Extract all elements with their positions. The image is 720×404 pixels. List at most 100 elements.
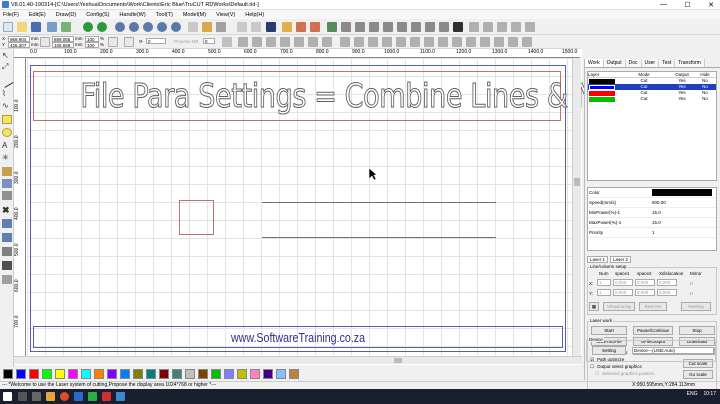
- stack-icon[interactable]: [438, 37, 448, 47]
- align-left-icon[interactable]: [469, 22, 479, 32]
- menu-tool[interactable]: Tool(T): [156, 12, 173, 18]
- palette-swatch[interactable]: [42, 369, 52, 379]
- preview-icon[interactable]: [453, 22, 463, 32]
- lock-ratio-icon[interactable]: [40, 37, 50, 47]
- prop-speed[interactable]: Speed(mm/s) 600.00: [588, 198, 716, 208]
- array-y-space2[interactable]: 0.000: [635, 289, 655, 296]
- right-edge-icon[interactable]: [382, 37, 392, 47]
- laser-icon[interactable]: [282, 22, 292, 32]
- trim-icon[interactable]: [369, 22, 379, 32]
- handle-icon[interactable]: [202, 22, 212, 32]
- mirror-h-y[interactable]: H: [690, 291, 693, 296]
- array-x-num[interactable]: 1: [597, 279, 611, 286]
- palette-swatch[interactable]: [263, 369, 273, 379]
- menu-file[interactable]: File(F): [3, 12, 19, 18]
- copy-icon[interactable]: [251, 22, 261, 32]
- rdworks-icon[interactable]: [116, 392, 125, 401]
- zoom-fit-icon[interactable]: [143, 22, 153, 32]
- same-width-icon[interactable]: [294, 37, 304, 47]
- text-icon[interactable]: A: [2, 141, 12, 150]
- go-scale-button[interactable]: Go scale: [683, 370, 713, 379]
- best-res-button[interactable]: Best res: [639, 302, 667, 311]
- menu-view[interactable]: View(V): [216, 12, 235, 18]
- join-icon[interactable]: [383, 22, 393, 32]
- sort-icon[interactable]: [425, 22, 435, 32]
- palette-swatch[interactable]: [276, 369, 286, 379]
- ellipse-icon[interactable]: [2, 128, 12, 137]
- palette-swatch[interactable]: [198, 369, 208, 379]
- tab-doc[interactable]: Doc: [625, 59, 642, 67]
- rotate-icon[interactable]: ⟳: [139, 39, 143, 45]
- palette-swatch[interactable]: [81, 369, 91, 379]
- align-v-icon[interactable]: [252, 37, 262, 47]
- top-edge-icon[interactable]: [396, 37, 406, 47]
- vertical-scrollbar[interactable]: [572, 58, 581, 356]
- tab-transform[interactable]: Transform: [675, 59, 705, 67]
- undo-icon[interactable]: [83, 22, 93, 32]
- rectangle-icon[interactable]: [2, 115, 12, 124]
- weld-icon[interactable]: [355, 22, 365, 32]
- tab-output[interactable]: Output: [603, 59, 626, 67]
- barcode-icon[interactable]: [2, 219, 12, 228]
- point-icon[interactable]: ✳: [2, 153, 12, 162]
- grid-tool-icon[interactable]: [2, 191, 12, 200]
- palette-swatch[interactable]: [172, 369, 182, 379]
- minimize-button[interactable]: —: [660, 1, 667, 9]
- canvas-title-text[interactable]: File Para Settings = Combine Lines & Nod…: [80, 73, 659, 119]
- palette-swatch[interactable]: [289, 369, 299, 379]
- close-button[interactable]: ✕: [708, 1, 714, 9]
- zoom-out-icon[interactable]: [129, 22, 139, 32]
- palette-swatch[interactable]: [250, 369, 260, 379]
- line-shape-top[interactable]: [262, 202, 496, 203]
- line-shape-bottom[interactable]: [262, 237, 496, 238]
- curve-tool-icon[interactable]: ∿: [2, 101, 12, 110]
- palette-swatch[interactable]: [68, 369, 78, 379]
- info-icon[interactable]: [2, 275, 12, 284]
- same-height-icon[interactable]: [308, 37, 318, 47]
- lock-icon[interactable]: [222, 37, 232, 47]
- grid-icon[interactable]: [310, 22, 320, 32]
- lang-indicator[interactable]: ENG: [687, 391, 698, 397]
- cut-icon[interactable]: [237, 22, 247, 32]
- array-x-dislocation[interactable]: 0.000: [657, 279, 677, 286]
- array-grid-icon[interactable]: ▦: [589, 302, 599, 311]
- group-icon[interactable]: [452, 37, 462, 47]
- y-position-field[interactable]: 426.307: [8, 42, 30, 48]
- menu-edit[interactable]: Edit(E): [29, 12, 46, 18]
- menu-handle[interactable]: Handle(W): [119, 12, 145, 18]
- frame-icon[interactable]: [2, 233, 12, 242]
- layer-row[interactable]: Cut Yes No: [588, 96, 716, 102]
- process-no-field[interactable]: 0: [203, 38, 215, 44]
- color-icon[interactable]: [2, 247, 12, 256]
- spacing-icon[interactable]: [424, 37, 434, 47]
- scale-y-field[interactable]: 100: [85, 42, 99, 48]
- monitor-icon[interactable]: [266, 22, 276, 32]
- tab-work[interactable]: Work: [585, 59, 604, 67]
- height-field[interactable]: 106.658: [52, 42, 74, 48]
- scan-icon[interactable]: [296, 22, 306, 32]
- app-icon-1[interactable]: [74, 392, 83, 401]
- prop-priority[interactable]: Priority 1: [588, 228, 716, 238]
- ungroup-icon[interactable]: [466, 37, 476, 47]
- array-y-num[interactable]: 1: [597, 289, 611, 296]
- app-icon-3[interactable]: [102, 392, 111, 401]
- polyline-icon[interactable]: ⌇: [2, 89, 12, 98]
- distribute-v-icon[interactable]: [280, 37, 290, 47]
- line-icon[interactable]: [0, 75, 14, 88]
- new-file-icon[interactable]: [3, 22, 13, 32]
- pause-continue-button[interactable]: Pause/Continue: [633, 326, 673, 335]
- select-icon[interactable]: ↖: [2, 51, 12, 60]
- node-edit-icon[interactable]: ⤢: [2, 62, 12, 71]
- menu-draw[interactable]: Draw(D): [56, 12, 76, 18]
- palette-swatch[interactable]: [3, 369, 13, 379]
- align-right-icon[interactable]: [497, 22, 507, 32]
- left-edge-icon[interactable]: [368, 37, 378, 47]
- export-icon[interactable]: [61, 22, 71, 32]
- prop-min-power[interactable]: MinPower(%)-1 15.0: [588, 208, 716, 218]
- tab-user[interactable]: User: [641, 59, 660, 67]
- palette-swatch[interactable]: [146, 369, 156, 379]
- prop-color[interactable]: Color: [588, 188, 716, 198]
- zoom-in-icon[interactable]: [115, 22, 125, 32]
- virtual-array-button[interactable]: Virtual array: [603, 302, 635, 311]
- smooth-icon[interactable]: [397, 22, 407, 32]
